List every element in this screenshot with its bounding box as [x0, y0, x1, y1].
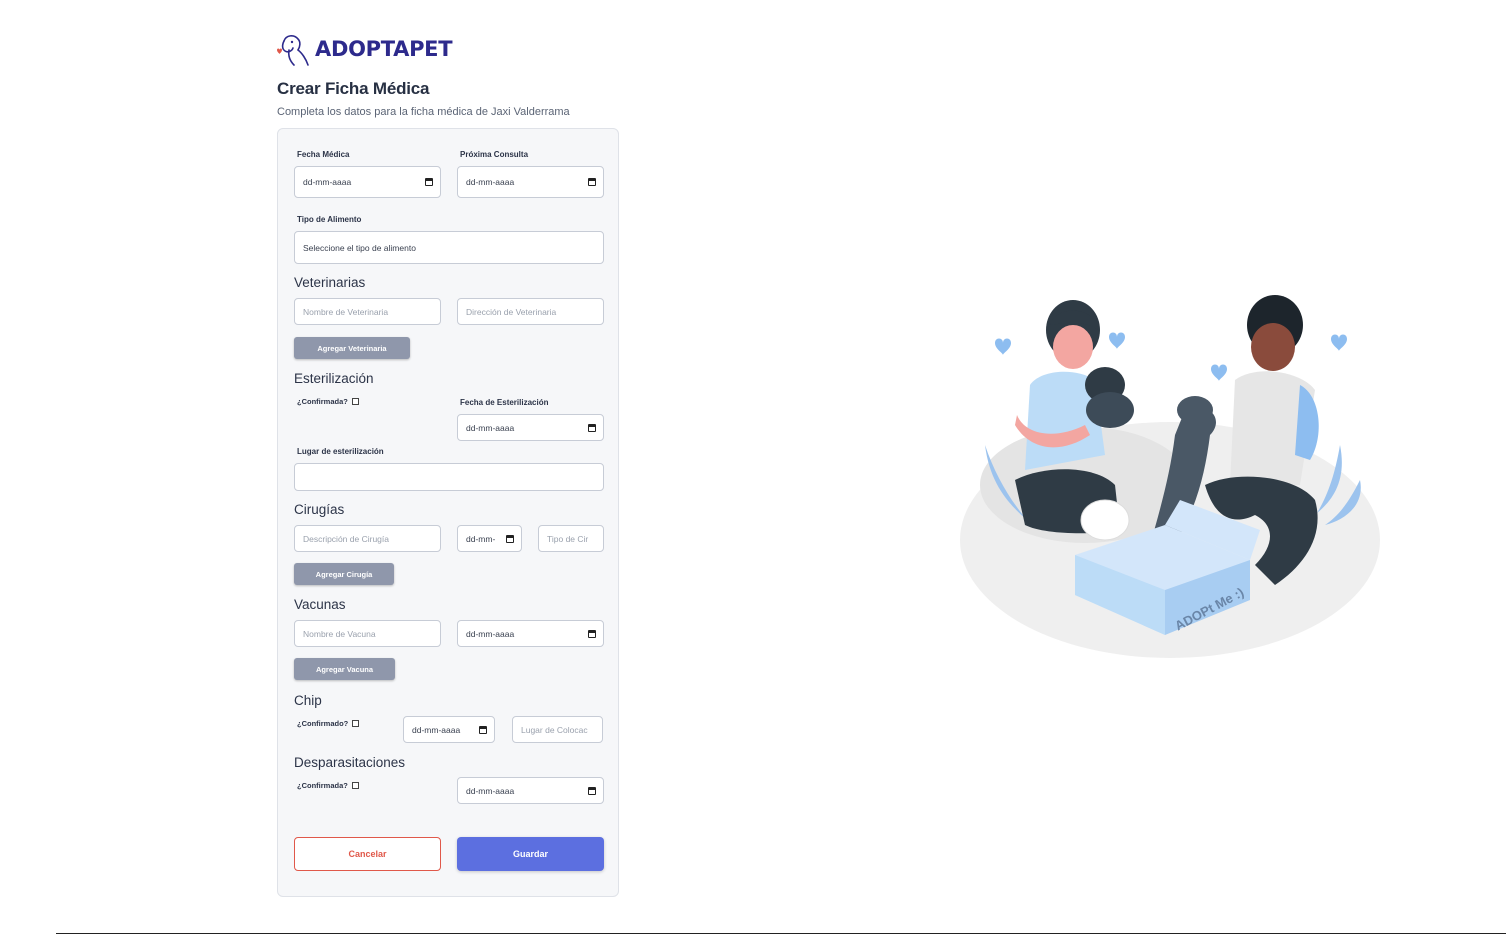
cirugia-tipo-input[interactable]: Tipo de Cir: [538, 525, 604, 552]
fecha-medica-input[interactable]: dd-mm-aaaa: [294, 166, 441, 198]
esterilizacion-confirmada[interactable]: ¿Confirmada?: [297, 397, 359, 406]
agregar-veterinaria-button[interactable]: Agregar Veterinaria: [294, 337, 410, 359]
medical-record-form: Fecha Médica Próxima Consulta dd-mm-aaaa…: [277, 128, 619, 897]
agregar-vacuna-button[interactable]: Agregar Vacuna: [294, 658, 395, 680]
heart-icon: [1109, 332, 1125, 349]
calendar-icon[interactable]: [588, 423, 596, 432]
vacuna-fecha-input[interactable]: dd-mm-aaaa: [457, 620, 604, 647]
adoption-illustration: ADOPt Me :): [955, 285, 1385, 670]
cirugia-fecha-input[interactable]: dd-mm-: [457, 525, 522, 552]
page-subtitle: Completa los datos para la ficha médica …: [277, 106, 570, 118]
dog-logo-icon: [277, 35, 309, 66]
heart-icon: [995, 338, 1011, 355]
desparasitaciones-confirmada[interactable]: ¿Confirmada?: [297, 781, 359, 790]
heart-icon: [1211, 364, 1227, 381]
page-title: Crear Ficha Médica: [277, 79, 430, 98]
brand-name: ADOPTAPET: [315, 37, 453, 61]
chip-heading: Chip: [294, 693, 322, 708]
calendar-icon[interactable]: [588, 786, 596, 795]
calendar-icon[interactable]: [425, 178, 433, 186]
cancel-button[interactable]: Cancelar: [294, 837, 441, 871]
esterilizacion-confirmada-checkbox[interactable]: [351, 398, 359, 405]
calendar-icon[interactable]: [588, 629, 596, 638]
chip-confirmado[interactable]: ¿Confirmado?: [297, 719, 360, 728]
calendar-icon[interactable]: [588, 178, 596, 186]
veterinarias-heading: Veterinarias: [294, 275, 366, 290]
heart-icon: [1331, 334, 1347, 351]
proxima-consulta-input[interactable]: dd-mm-aaaa: [457, 166, 604, 198]
desparasitacion-fecha-input[interactable]: dd-mm-aaaa: [457, 777, 604, 804]
vacuna-nombre-input[interactable]: Nombre de Vacuna: [294, 620, 441, 647]
chip-fecha-input[interactable]: dd-mm-aaaa: [403, 716, 495, 743]
agregar-cirugia-button[interactable]: Agregar Cirugía: [294, 563, 394, 585]
fecha-esterilizacion-input[interactable]: dd-mm-aaaa: [457, 414, 604, 441]
bottom-divider: [56, 933, 1506, 934]
fecha-medica-label: Fecha Médica: [297, 150, 350, 159]
desparasitaciones-heading: Desparasitaciones: [294, 755, 406, 770]
lugar-esterilizacion-label: Lugar de esterilización: [297, 447, 384, 456]
cirugia-descripcion-input[interactable]: Descripción de Cirugía: [294, 525, 441, 552]
fecha-esterilizacion-label: Fecha de Esterilización: [460, 398, 549, 407]
cirugias-heading: Cirugías: [294, 502, 345, 517]
proxima-consulta-label: Próxima Consulta: [460, 150, 529, 159]
tipo-alimento-select[interactable]: Seleccione el tipo de alimento: [294, 231, 604, 264]
vacunas-heading: Vacunas: [294, 597, 346, 612]
calendar-icon[interactable]: [506, 534, 514, 543]
calendar-icon[interactable]: [479, 725, 487, 734]
brand-logo[interactable]: ADOPTAPET: [276, 31, 453, 67]
veterinaria-nombre-input[interactable]: Nombre de Veterinaria: [294, 298, 441, 325]
desparasitaciones-confirmada-checkbox[interactable]: [351, 782, 359, 789]
veterinaria-direccion-input[interactable]: Dirección de Veterinaria: [457, 298, 604, 325]
lugar-esterilizacion-input[interactable]: [294, 463, 604, 491]
save-button[interactable]: Guardar: [457, 837, 604, 871]
esterilizacion-heading: Esterilización: [294, 371, 374, 386]
chip-lugar-input[interactable]: Lugar de Colocac: [512, 716, 603, 743]
chip-confirmado-checkbox[interactable]: [352, 720, 360, 727]
tipo-alimento-label: Tipo de Alimento: [297, 215, 362, 224]
